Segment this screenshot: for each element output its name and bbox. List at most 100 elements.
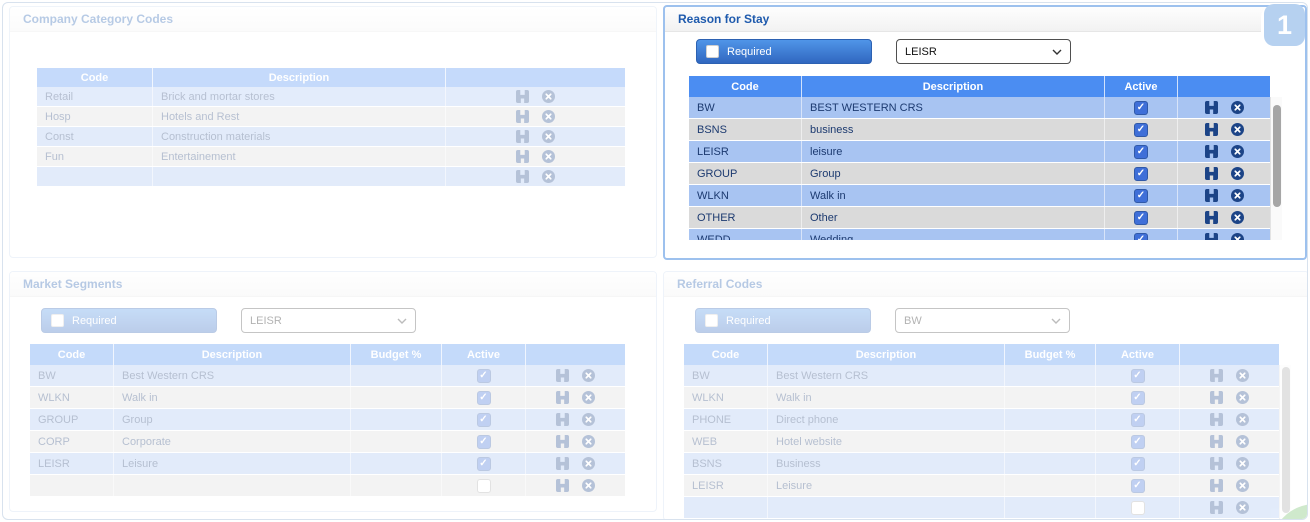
active-checkbox[interactable] — [477, 479, 491, 493]
delete-icon[interactable] — [582, 413, 595, 426]
delete-icon[interactable] — [542, 90, 555, 103]
save-icon[interactable] — [516, 150, 529, 163]
required-checkbox[interactable] — [51, 314, 64, 327]
save-icon[interactable] — [556, 369, 569, 382]
cell-budget — [351, 365, 442, 386]
delete-icon[interactable] — [542, 130, 555, 143]
active-checkbox[interactable] — [1134, 233, 1148, 241]
save-icon[interactable] — [556, 435, 569, 448]
cell-active — [1096, 409, 1180, 430]
table-scrollbar[interactable] — [1279, 365, 1291, 519]
save-icon[interactable] — [1210, 501, 1223, 514]
cell-code: Const — [37, 127, 153, 146]
delete-icon[interactable] — [582, 457, 595, 470]
delete-icon[interactable] — [1236, 435, 1249, 448]
required-label: Required — [72, 315, 117, 327]
save-icon[interactable] — [1210, 457, 1223, 470]
active-checkbox[interactable] — [1134, 211, 1148, 225]
active-checkbox[interactable] — [477, 457, 491, 471]
delete-icon[interactable] — [1236, 413, 1249, 426]
save-icon[interactable] — [556, 413, 569, 426]
save-icon[interactable] — [1210, 479, 1223, 492]
cell-description — [114, 475, 351, 496]
required-label: Required — [726, 315, 771, 327]
table-row: WEDDWedding — [689, 229, 1282, 240]
active-checkbox[interactable] — [477, 369, 491, 383]
delete-icon[interactable] — [542, 150, 555, 163]
table-row — [684, 497, 1291, 519]
table-row: WLKNWalk in — [689, 185, 1282, 207]
active-checkbox[interactable] — [1134, 145, 1148, 159]
delete-icon[interactable] — [542, 170, 555, 183]
delete-icon[interactable] — [1236, 501, 1249, 514]
delete-icon[interactable] — [1236, 369, 1249, 382]
save-icon[interactable] — [1205, 123, 1218, 136]
scrollbar-thumb[interactable] — [1273, 105, 1281, 207]
save-icon[interactable] — [1205, 145, 1218, 158]
active-checkbox[interactable] — [1134, 189, 1148, 203]
delete-icon[interactable] — [1231, 211, 1244, 224]
save-icon[interactable] — [516, 90, 529, 103]
save-icon[interactable] — [1205, 211, 1218, 224]
required-checkbox[interactable] — [706, 45, 719, 58]
scrollbar-thumb[interactable] — [1282, 367, 1290, 513]
delete-icon[interactable] — [582, 391, 595, 404]
cell-description: Group — [114, 409, 351, 430]
save-icon[interactable] — [1210, 413, 1223, 426]
required-checkbox[interactable] — [705, 314, 718, 327]
cell-description: Group — [802, 163, 1105, 184]
delete-icon[interactable] — [1236, 479, 1249, 492]
active-checkbox[interactable] — [477, 391, 491, 405]
save-icon[interactable] — [1210, 369, 1223, 382]
referral-dropdown[interactable]: BW — [895, 308, 1070, 333]
active-checkbox[interactable] — [1131, 391, 1145, 405]
delete-icon[interactable] — [542, 110, 555, 123]
cell-budget — [1005, 431, 1096, 452]
save-icon[interactable] — [1205, 189, 1218, 202]
active-checkbox[interactable] — [1131, 435, 1145, 449]
delete-icon[interactable] — [1236, 457, 1249, 470]
save-icon[interactable] — [1205, 233, 1218, 240]
delete-icon[interactable] — [1231, 101, 1244, 114]
save-icon[interactable] — [556, 457, 569, 470]
active-checkbox[interactable] — [1131, 457, 1145, 471]
cell-actions — [526, 475, 625, 496]
delete-icon[interactable] — [1231, 189, 1244, 202]
delete-icon[interactable] — [582, 369, 595, 382]
save-icon[interactable] — [556, 391, 569, 404]
reason-dropdown[interactable]: LEISR — [896, 39, 1071, 64]
active-checkbox[interactable] — [1131, 413, 1145, 427]
cell-code: Fun — [37, 147, 153, 166]
save-icon[interactable] — [1205, 101, 1218, 114]
active-checkbox[interactable] — [1131, 369, 1145, 383]
active-checkbox[interactable] — [1131, 479, 1145, 493]
save-icon[interactable] — [516, 110, 529, 123]
save-icon[interactable] — [556, 479, 569, 492]
market-dropdown[interactable]: LEISR — [241, 308, 416, 333]
cell-active — [1105, 119, 1178, 140]
delete-icon[interactable] — [1231, 167, 1244, 180]
active-checkbox[interactable] — [1134, 167, 1148, 181]
panel-reason-for-stay: Reason for Stay Required LEISR CodeDescr… — [663, 5, 1307, 260]
delete-icon[interactable] — [582, 479, 595, 492]
save-icon[interactable] — [516, 130, 529, 143]
delete-icon[interactable] — [1236, 391, 1249, 404]
table-scrollbar[interactable] — [1270, 97, 1282, 240]
required-button[interactable]: Required — [695, 308, 871, 333]
delete-icon[interactable] — [1231, 145, 1244, 158]
delete-icon[interactable] — [1231, 123, 1244, 136]
required-button[interactable]: Required — [696, 39, 872, 64]
save-icon[interactable] — [516, 170, 529, 183]
required-button[interactable]: Required — [41, 308, 217, 333]
delete-icon[interactable] — [582, 435, 595, 448]
delete-icon[interactable] — [1231, 233, 1244, 240]
active-checkbox[interactable] — [1134, 101, 1148, 115]
active-checkbox[interactable] — [477, 413, 491, 427]
active-checkbox[interactable] — [1131, 501, 1145, 515]
save-icon[interactable] — [1210, 391, 1223, 404]
active-checkbox[interactable] — [1134, 123, 1148, 137]
save-icon[interactable] — [1205, 167, 1218, 180]
cell-code: PHONE — [684, 409, 768, 430]
save-icon[interactable] — [1210, 435, 1223, 448]
active-checkbox[interactable] — [477, 435, 491, 449]
